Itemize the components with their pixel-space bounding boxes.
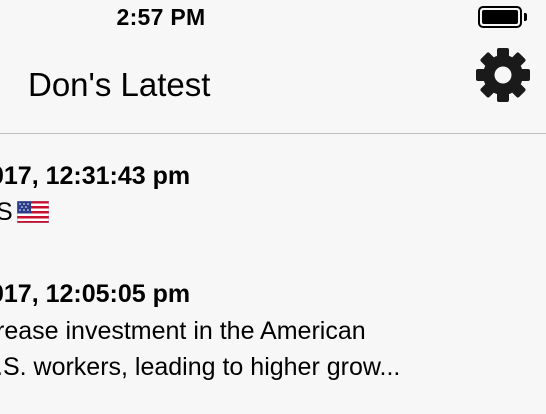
tweet-feed[interactable]: 017, 12:31:43 pm S 017, 12:05:05 pm reas… (0, 134, 546, 414)
item-text-line: .S. workers, leading to higher grow... (0, 353, 401, 381)
gear-icon (476, 48, 530, 102)
feed-item[interactable]: 017, 12:05:05 pm rease investment in the… (0, 244, 546, 414)
item-text-line: S (0, 198, 49, 230)
battery-level (482, 10, 518, 24)
battery-tip (524, 13, 527, 21)
item-timestamp: 017, 12:31:43 pm (0, 162, 191, 190)
us-flag-icon (16, 200, 49, 230)
status-time: 2:57 PM (116, 4, 206, 30)
item-text: S (0, 198, 13, 226)
page-title: Don's Latest (28, 66, 211, 103)
feed-item[interactable]: 017, 12:31:43 pm S (0, 134, 546, 244)
item-timestamp: 017, 12:05:05 pm (0, 280, 191, 308)
item-text-line: rease investment in the American (0, 317, 366, 345)
app-screen: 2:57 PM Don's Latest 017, 12:31:43 pm S … (0, 0, 546, 414)
battery-icon (478, 6, 522, 28)
settings-button[interactable] (474, 46, 532, 104)
